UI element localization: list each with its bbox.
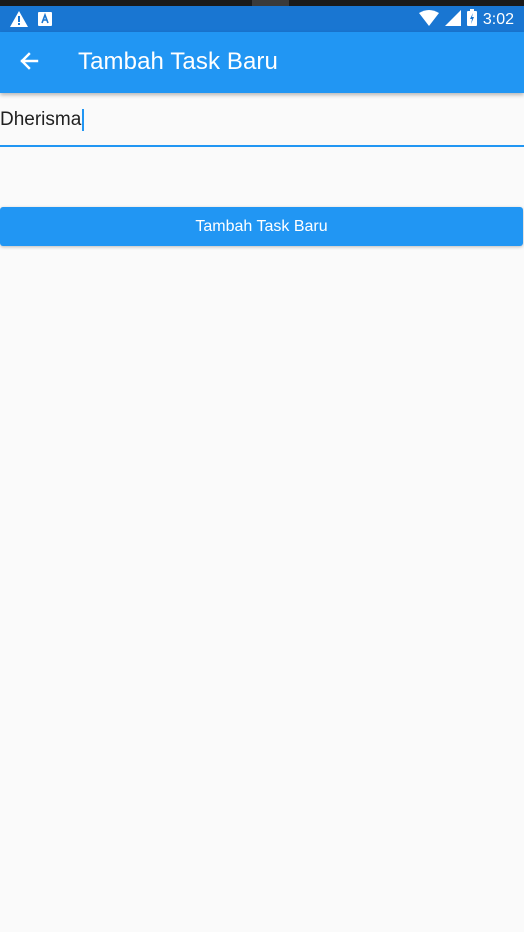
arrow-back-icon bbox=[19, 51, 39, 76]
text-cursor bbox=[82, 109, 84, 131]
signal-icon bbox=[444, 9, 461, 31]
back-button[interactable] bbox=[12, 46, 46, 80]
add-task-button[interactable]: Tambah Task Baru bbox=[0, 207, 523, 246]
page-title: Tambah Task Baru bbox=[78, 48, 278, 75]
task-name-value[interactable]: Dherisma bbox=[0, 109, 81, 131]
status-notifications bbox=[10, 11, 52, 32]
task-name-input[interactable]: Dherisma bbox=[0, 96, 524, 147]
battery-icon bbox=[466, 9, 477, 31]
status-time: 3:02 bbox=[482, 11, 514, 28]
warning-icon bbox=[10, 11, 28, 32]
wifi-icon bbox=[418, 9, 439, 31]
app-bar: Tambah Task Baru bbox=[0, 32, 524, 93]
status-bar: 3:02 bbox=[0, 6, 524, 32]
status-system: 3:02 bbox=[418, 9, 514, 31]
a-badge-icon bbox=[38, 12, 52, 31]
add-task-button-label: Tambah Task Baru bbox=[195, 217, 328, 235]
